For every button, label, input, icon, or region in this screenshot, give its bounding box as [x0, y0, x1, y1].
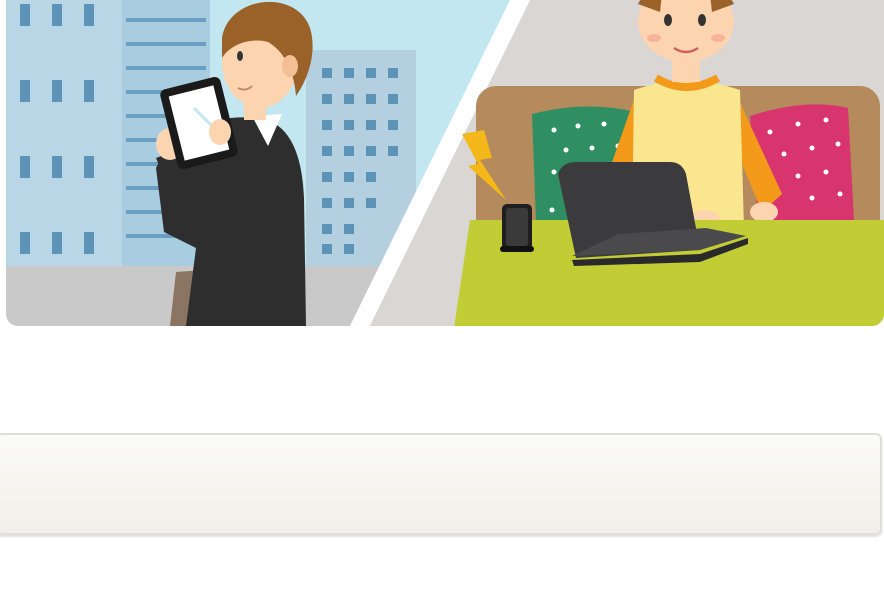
page [0, 0, 884, 596]
hero-illustration [6, 0, 884, 326]
wifi-router-icon [500, 204, 534, 252]
footnote-text [0, 580, 866, 596]
building-left [6, 0, 126, 268]
content-panel [0, 433, 882, 535]
